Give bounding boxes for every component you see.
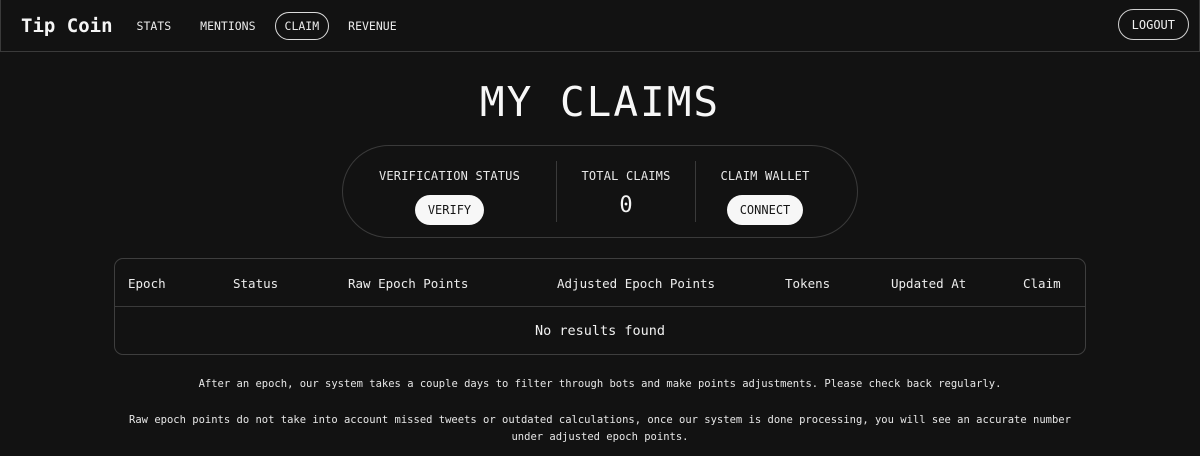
epoch-adjustment-note: After an epoch, our system takes a coupl…	[198, 378, 1002, 390]
raw-points-note: Raw epoch points do not take into accoun…	[129, 414, 1071, 443]
nav-item-revenue[interactable]: REVENUE	[338, 12, 406, 40]
top-navigation-bar: Tip Coin STATS MENTIONS CLAIM REVENUE LO…	[0, 0, 1200, 52]
verification-status-section: VERIFICATION STATUS VERIFY	[343, 146, 556, 237]
total-claims-section: TOTAL CLAIMS 0	[557, 146, 695, 237]
nav-item-stats[interactable]: STATS	[127, 12, 182, 40]
column-header-raw-epoch-points: Raw Epoch Points	[348, 276, 469, 291]
logout-button[interactable]: LOGOUT	[1117, 9, 1189, 40]
brand-logo[interactable]: Tip Coin	[21, 15, 113, 37]
column-header-tokens: Tokens	[785, 276, 831, 291]
verify-button[interactable]: VERIFY	[414, 195, 485, 225]
column-header-epoch: Epoch	[128, 276, 166, 291]
column-header-updated-at: Updated At	[891, 276, 967, 291]
nav-item-claim[interactable]: CLAIM	[274, 11, 330, 40]
claims-table: Epoch Status Raw Epoch Points Adjusted E…	[114, 258, 1086, 355]
page-title: MY CLAIMS	[479, 78, 721, 126]
column-header-status: Status	[233, 276, 279, 291]
column-header-claim: Claim	[1023, 276, 1061, 291]
verification-status-label: VERIFICATION STATUS	[378, 169, 521, 183]
connect-wallet-button[interactable]: CONNECT	[726, 195, 804, 225]
table-header-row: Epoch Status Raw Epoch Points Adjusted E…	[115, 259, 1085, 307]
nav-item-mentions[interactable]: MENTIONS	[190, 12, 265, 40]
claims-summary-panel: VERIFICATION STATUS VERIFY TOTAL CLAIMS …	[342, 145, 858, 238]
table-body: No results found	[115, 307, 1085, 354]
total-claims-value: 0	[619, 193, 633, 218]
empty-table-message: No results found	[534, 322, 666, 339]
main-nav: STATS MENTIONS CLAIM REVENUE	[127, 11, 412, 40]
total-claims-label: TOTAL CLAIMS	[581, 169, 671, 183]
claim-wallet-label: CLAIM WALLET	[720, 169, 810, 183]
claim-wallet-section: CLAIM WALLET CONNECT	[696, 146, 834, 237]
column-header-adjusted-epoch-points: Adjusted Epoch Points	[557, 276, 716, 291]
